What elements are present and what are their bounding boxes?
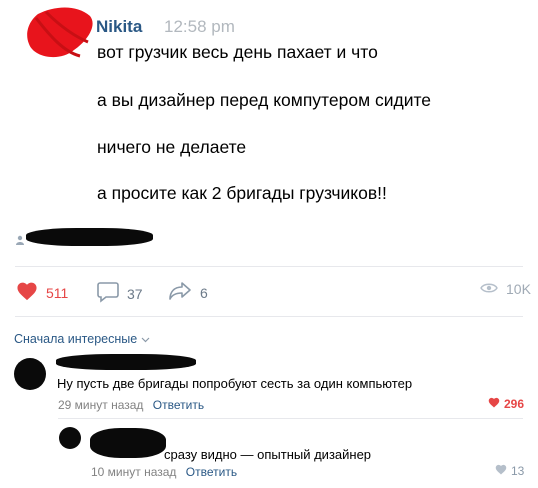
post-text-line: ничего не делаете — [97, 137, 247, 157]
reply-button[interactable]: Ответить — [153, 398, 204, 412]
comment-time[interactable]: 10 минут назад — [91, 465, 176, 479]
comment-time[interactable]: 29 минут назад — [58, 398, 143, 412]
post-author-avatar[interactable] — [26, 6, 96, 61]
heart-icon — [16, 281, 38, 304]
comment-meta: 29 минут назад Ответить — [58, 398, 204, 412]
comment-avatar[interactable] — [59, 427, 81, 449]
comment-count: 37 — [127, 285, 143, 302]
eye-icon — [480, 281, 498, 297]
post-text-line: а просите как 2 бригады грузчиков!! — [97, 183, 387, 203]
post-timestamp[interactable]: 12:58 pm — [164, 17, 235, 37]
comment-like-button[interactable]: 296 — [488, 397, 524, 411]
post-text-line: а вы дизайнер перед компутером сидите — [97, 90, 432, 110]
comment-button[interactable]: 37 — [97, 281, 143, 306]
comment-text: Ну пусть две бригады попробуют сесть за … — [57, 376, 413, 391]
share-button[interactable]: 6 — [168, 281, 208, 304]
user-icon — [16, 232, 24, 245]
like-count: 511 — [46, 284, 69, 301]
comment-icon — [97, 281, 119, 306]
comments-sort-select[interactable]: Сначала интересные — [14, 332, 150, 346]
reply-button[interactable]: Ответить — [186, 465, 237, 479]
post-author-name[interactable]: Nikita — [96, 17, 142, 37]
comment-meta: 10 минут назад Ответить — [91, 465, 237, 479]
divider — [15, 266, 523, 267]
comment-like-count: 13 — [511, 464, 525, 478]
comment-like-button[interactable]: 13 — [495, 464, 524, 478]
redacted-signature — [26, 228, 153, 246]
views-count: 10K — [506, 281, 531, 297]
views-counter: 10K — [480, 281, 531, 297]
chevron-down-icon — [141, 332, 150, 346]
divider — [15, 316, 523, 317]
post-text-line: вот грузчик весь день пахает и что — [97, 42, 378, 62]
divider — [58, 418, 523, 419]
heart-icon — [488, 397, 500, 411]
redacted-comment-author[interactable] — [90, 428, 166, 458]
heart-icon — [495, 464, 507, 478]
comment-like-count: 296 — [504, 397, 525, 411]
comment-text: сразу видно — опытный дизайнер — [164, 447, 372, 462]
sort-label: Сначала интересные — [14, 332, 138, 346]
like-button[interactable]: 511 — [16, 281, 68, 304]
share-icon — [168, 281, 192, 304]
redacted-comment-author[interactable] — [56, 354, 196, 370]
share-count: 6 — [200, 284, 208, 301]
comment-avatar[interactable] — [14, 358, 46, 390]
